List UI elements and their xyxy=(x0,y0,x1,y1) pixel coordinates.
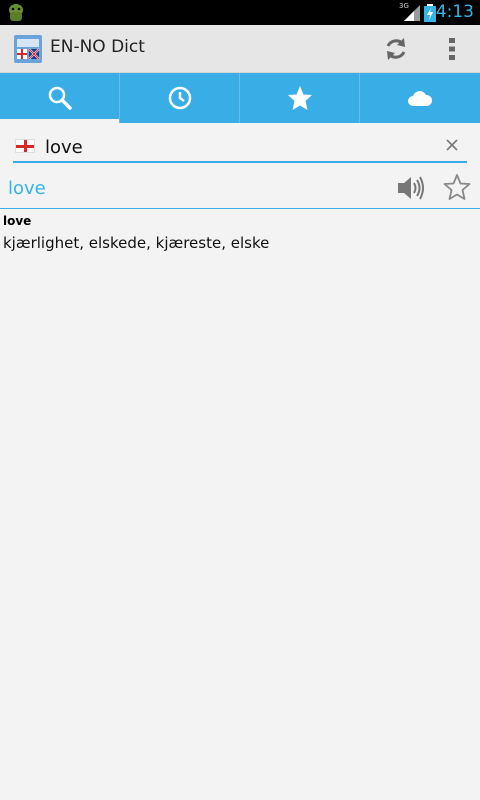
tab-bar xyxy=(0,73,480,123)
result-divider xyxy=(0,208,480,209)
clock: 4:13 xyxy=(435,2,474,22)
history-clock-icon xyxy=(168,86,191,110)
app-title: EN-NO Dict xyxy=(50,37,145,57)
close-icon xyxy=(446,139,458,151)
cloud-icon xyxy=(408,91,433,106)
action-bar: EN-NO Dict xyxy=(0,25,480,73)
tab-search[interactable] xyxy=(0,73,120,123)
add-favorite-button[interactable] xyxy=(443,173,471,201)
search-input[interactable] xyxy=(45,135,425,159)
app-logo-icon xyxy=(14,35,42,63)
england-flag-icon[interactable] xyxy=(15,139,35,153)
definition-headword: love xyxy=(3,214,32,228)
clear-search-button[interactable] xyxy=(443,136,461,156)
refresh-icon xyxy=(386,38,406,60)
favorites-star-icon xyxy=(287,86,312,110)
battery-charging-icon xyxy=(424,4,436,22)
tab-favorites[interactable] xyxy=(240,73,360,123)
overflow-menu-button[interactable] xyxy=(440,33,464,65)
search-field xyxy=(13,135,467,163)
pronounce-button[interactable] xyxy=(396,174,426,202)
android-notification-icon xyxy=(9,4,23,21)
star-outline-icon xyxy=(443,174,471,200)
refresh-button[interactable] xyxy=(380,33,412,65)
overflow-menu-icon xyxy=(449,38,455,60)
signal-icon xyxy=(404,5,420,21)
definition-text: kjærlighet, elskede, kjæreste, elske xyxy=(3,234,270,252)
search-icon xyxy=(48,86,72,110)
tab-cloud[interactable] xyxy=(360,73,480,123)
status-bar: 3G 4:13 xyxy=(0,0,480,25)
speaker-icon xyxy=(398,176,424,200)
result-headword[interactable]: love xyxy=(8,178,46,199)
tab-history[interactable] xyxy=(120,73,240,123)
